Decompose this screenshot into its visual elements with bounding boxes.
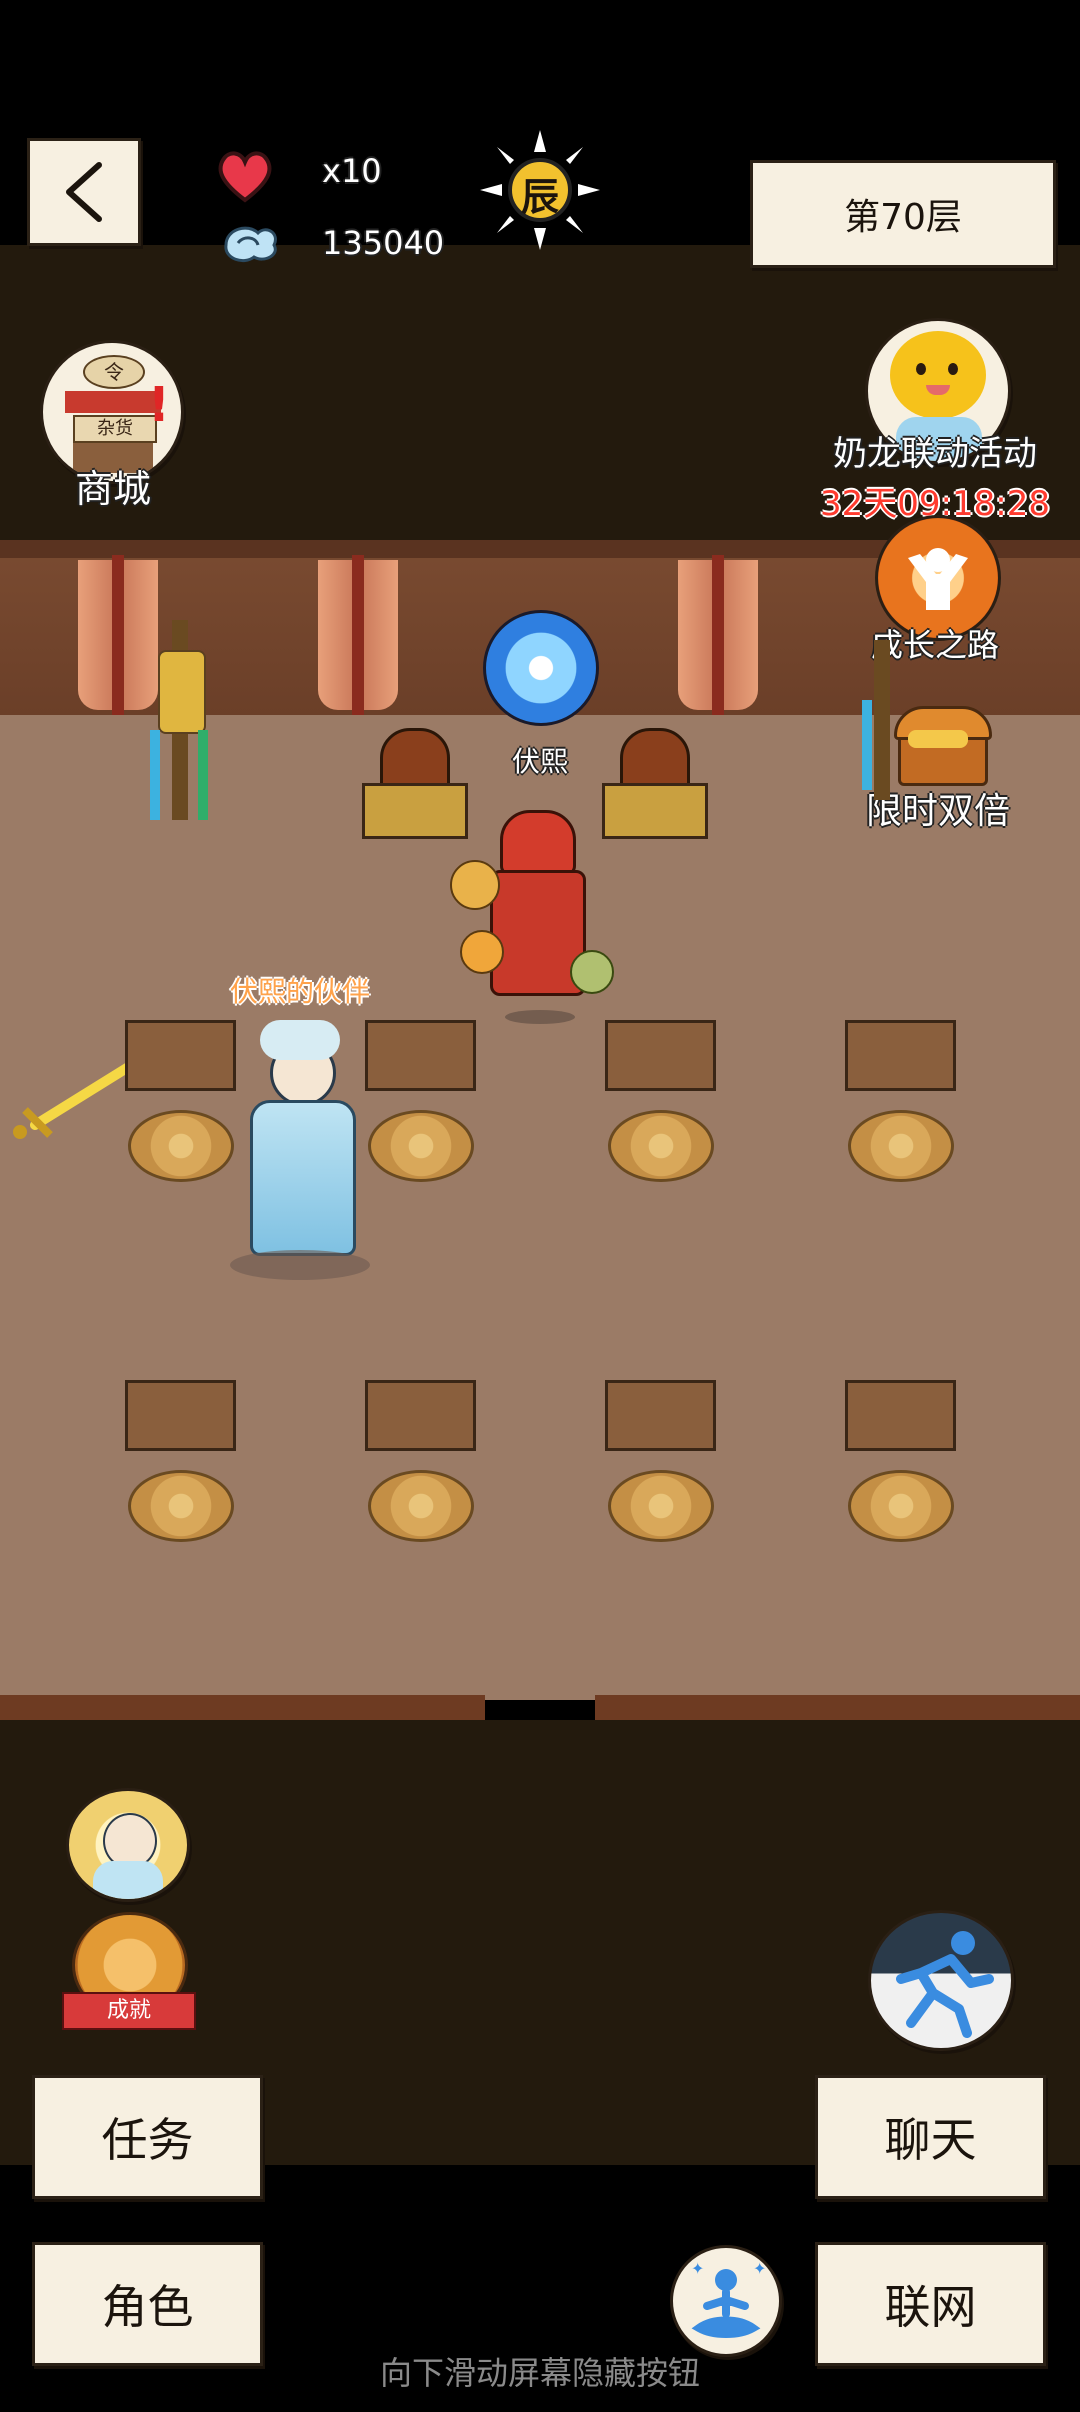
pillar-2 <box>352 555 364 715</box>
pillar-1 <box>112 555 124 715</box>
hint-text: 向下滑动屏幕隐藏按钮 <box>379 2354 700 2392</box>
table <box>365 1020 476 1091</box>
shop-sign-text: 杂货 <box>73 415 157 443</box>
currency-value: 135040 <box>322 224 445 262</box>
floor-edge-left <box>0 1695 485 1720</box>
cushion <box>848 1470 954 1542</box>
cushion <box>368 1110 474 1182</box>
meditate-icon[interactable]: ✦ ✦ <box>670 2245 782 2357</box>
role-label: 角色 <box>101 2280 194 2334</box>
partner-name: 伏熙的伙伴 <box>229 975 370 1008</box>
sprint-icon[interactable] <box>868 1910 1014 2051</box>
lives-count: x10 <box>322 152 382 190</box>
back-arrow-icon <box>66 162 102 222</box>
table <box>605 1020 716 1091</box>
floor-level-label: 第70层 <box>844 197 962 238</box>
table <box>125 1380 236 1451</box>
shop-alert-icon: ! <box>148 377 170 433</box>
shop-button[interactable]: 令 杂货 ! 商城 <box>38 340 188 511</box>
partner-character[interactable] <box>220 1020 380 1280</box>
achievement-badge: 成就 <box>62 1992 196 2030</box>
cushion <box>368 1470 474 1542</box>
cushion <box>128 1110 234 1182</box>
chat-button[interactable]: 聊天 <box>815 2075 1046 2199</box>
portal-icon[interactable] <box>483 610 599 726</box>
time-glyph: 辰 <box>520 175 559 219</box>
table <box>845 1020 956 1091</box>
achievement-button[interactable]: 成就 <box>62 1912 196 2032</box>
event-label: 奶龙联动活动 <box>833 434 1037 474</box>
shop-label: 商城 <box>74 467 151 511</box>
table <box>605 1380 716 1451</box>
throne-left <box>362 728 468 839</box>
floor-edge-right <box>595 1695 1080 1720</box>
event-button[interactable]: 奶龙联动活动 32天09:18:28 <box>820 318 1070 524</box>
heart-icon <box>218 151 272 203</box>
chat-label: 聊天 <box>884 2113 977 2167</box>
back-button[interactable] <box>27 138 141 246</box>
character-avatar-icon[interactable] <box>66 1788 190 1902</box>
cushion <box>608 1110 714 1182</box>
cushion <box>608 1470 714 1542</box>
prayer-pole-left <box>150 620 210 830</box>
svg-text:✦: ✦ <box>753 2259 766 2278</box>
tasks-button[interactable]: 任务 <box>32 2075 263 2199</box>
table <box>365 1380 476 1451</box>
network-label: 联网 <box>884 2280 977 2334</box>
floor-level-button[interactable]: 第70层 <box>750 160 1056 268</box>
double-chest-icon <box>890 700 992 786</box>
table <box>125 1020 236 1091</box>
spirit-cloud-icon <box>224 226 277 262</box>
table <box>845 1380 956 1451</box>
shop-sign-top: 令 <box>83 355 145 389</box>
cushion <box>128 1470 234 1542</box>
npc-character[interactable] <box>450 800 620 1030</box>
prayer-pole-right <box>862 640 902 810</box>
tasks-label: 任务 <box>101 2113 194 2167</box>
npc-name: 伏熙 <box>511 745 568 778</box>
svg-text:✦: ✦ <box>691 2259 704 2278</box>
cushion <box>848 1110 954 1182</box>
pillar-3 <box>712 555 724 715</box>
sun-time-icon: 辰 <box>480 130 600 250</box>
